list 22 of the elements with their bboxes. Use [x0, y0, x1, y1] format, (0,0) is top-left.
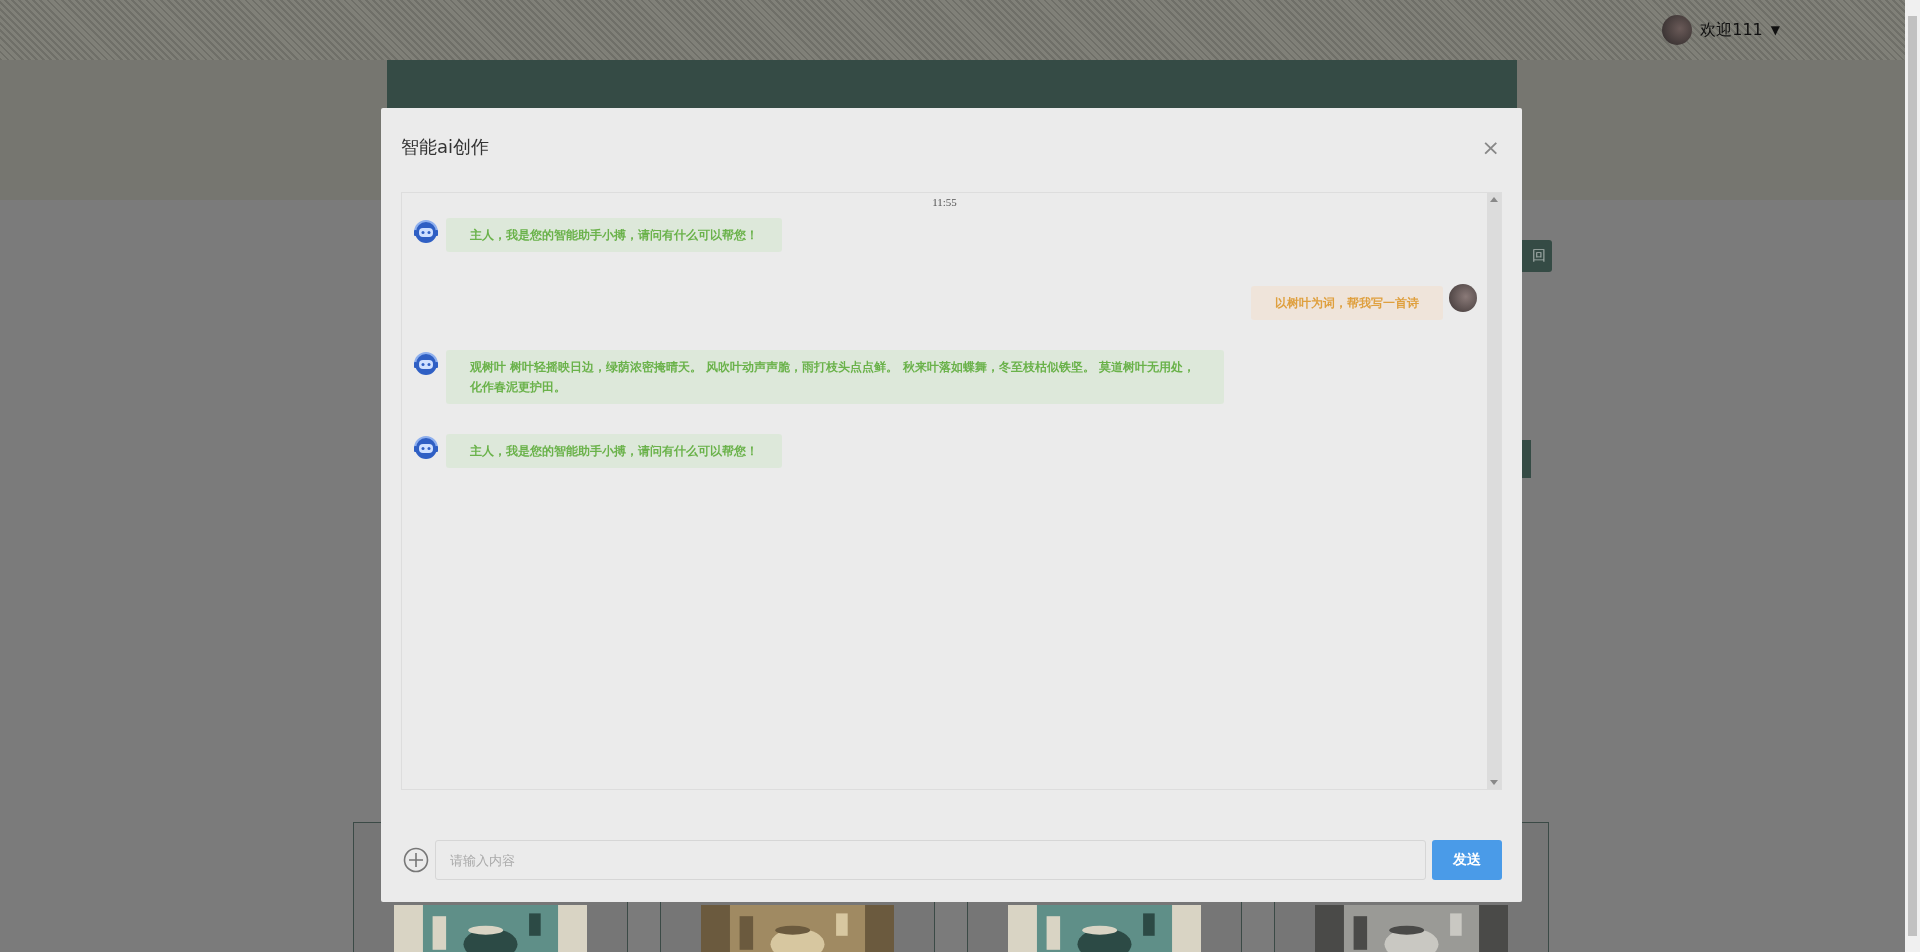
user-avatar	[1449, 284, 1477, 312]
send-button[interactable]: 发送	[1432, 840, 1502, 880]
user-avatar[interactable]	[1662, 15, 1693, 45]
user-message: 以树叶为词，帮我写一首诗	[1251, 286, 1443, 320]
robot-icon	[412, 350, 440, 378]
add-icon[interactable]	[403, 847, 429, 873]
caret-icon[interactable]: ▼	[1770, 23, 1780, 37]
scroll-down-icon[interactable]	[1490, 780, 1498, 785]
scroll-up-icon[interactable]	[1490, 197, 1498, 202]
chat-scrollbar[interactable]	[1487, 193, 1501, 789]
welcome-text[interactable]: 欢迎111	[1700, 19, 1763, 41]
robot-icon	[412, 218, 440, 246]
robot-icon	[412, 434, 440, 462]
message-input[interactable]: 请输入内容	[435, 840, 1426, 880]
page-scrollbar[interactable]	[1905, 0, 1920, 952]
bot-message: 主人，我是您的智能助手小搏，请问有什么可以帮您！	[446, 218, 782, 252]
close-button[interactable]: ×	[1479, 134, 1502, 160]
bot-message: 观树叶 树叶轻摇映日边，绿荫浓密掩晴天。 风吹叶动声声脆，雨打枝头点点鲜。 秋来叶落如蝶舞，冬至枝枯似铁坚。 莫道树叶无用处，化作春泥更护田。	[446, 350, 1224, 404]
dialog-title: 智能ai创作	[401, 135, 490, 159]
bot-message: 主人，我是您的智能助手小搏，请问有什么可以帮您！	[446, 434, 782, 468]
timestamp: 11:55	[932, 196, 957, 208]
back-button[interactable]: 回	[1522, 240, 1552, 272]
